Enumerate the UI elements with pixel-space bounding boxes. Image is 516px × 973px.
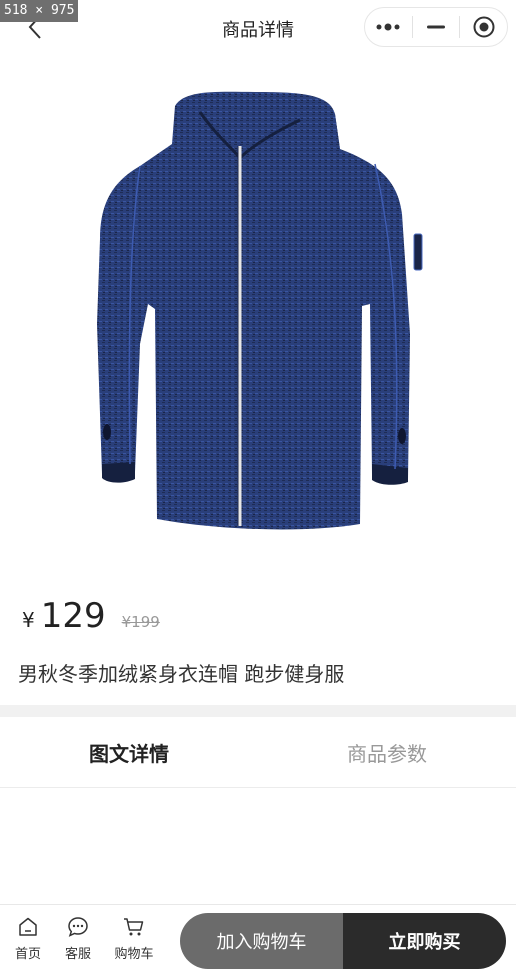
- cart-label: 购物车: [114, 947, 154, 962]
- tab-graphic-details[interactable]: 图文详情: [0, 718, 258, 787]
- minimize-icon: [427, 25, 445, 29]
- cart-icon: [124, 918, 144, 936]
- target-circle-icon: [473, 16, 495, 38]
- home-icon: [19, 917, 37, 936]
- product-title: 男秋冬季加绒紧身衣连帽 跑步健身服: [18, 662, 345, 686]
- current-price: 129: [40, 596, 106, 636]
- chat-icon: [68, 917, 88, 937]
- home-label: 首页: [14, 947, 41, 962]
- purchase-buttons: 加入购物车 立即购买: [180, 913, 506, 969]
- tab-product-params[interactable]: 商品参数: [258, 718, 516, 787]
- close-button[interactable]: [460, 8, 507, 46]
- add-to-cart-button[interactable]: 加入购物车: [180, 913, 343, 969]
- detail-tabs: 图文详情 商品参数: [0, 718, 516, 788]
- home-tab[interactable]: 首页: [5, 915, 51, 965]
- more-button[interactable]: [365, 8, 412, 46]
- currency-symbol: ¥: [22, 608, 35, 632]
- dimension-badge: 518 × 975: [0, 0, 79, 22]
- bottom-action-bar: 首页 客服 购物车 加入购物车 立即购买: [0, 904, 516, 973]
- customer-service-tab[interactable]: 客服: [55, 915, 101, 965]
- buy-now-button[interactable]: 立即购买: [343, 913, 506, 969]
- product-image[interactable]: [0, 54, 516, 586]
- cart-tab[interactable]: 购物车: [111, 915, 157, 965]
- section-divider: [0, 705, 516, 717]
- customer-service-label: 客服: [64, 947, 91, 962]
- original-price: ¥199: [121, 613, 160, 631]
- more-dots-icon: [376, 23, 400, 31]
- hoodie-jacket-image: [97, 91, 423, 530]
- mini-program-capsule: [364, 7, 508, 47]
- price-row: ¥ 129 ¥199: [22, 596, 160, 646]
- minimize-button[interactable]: [413, 8, 460, 46]
